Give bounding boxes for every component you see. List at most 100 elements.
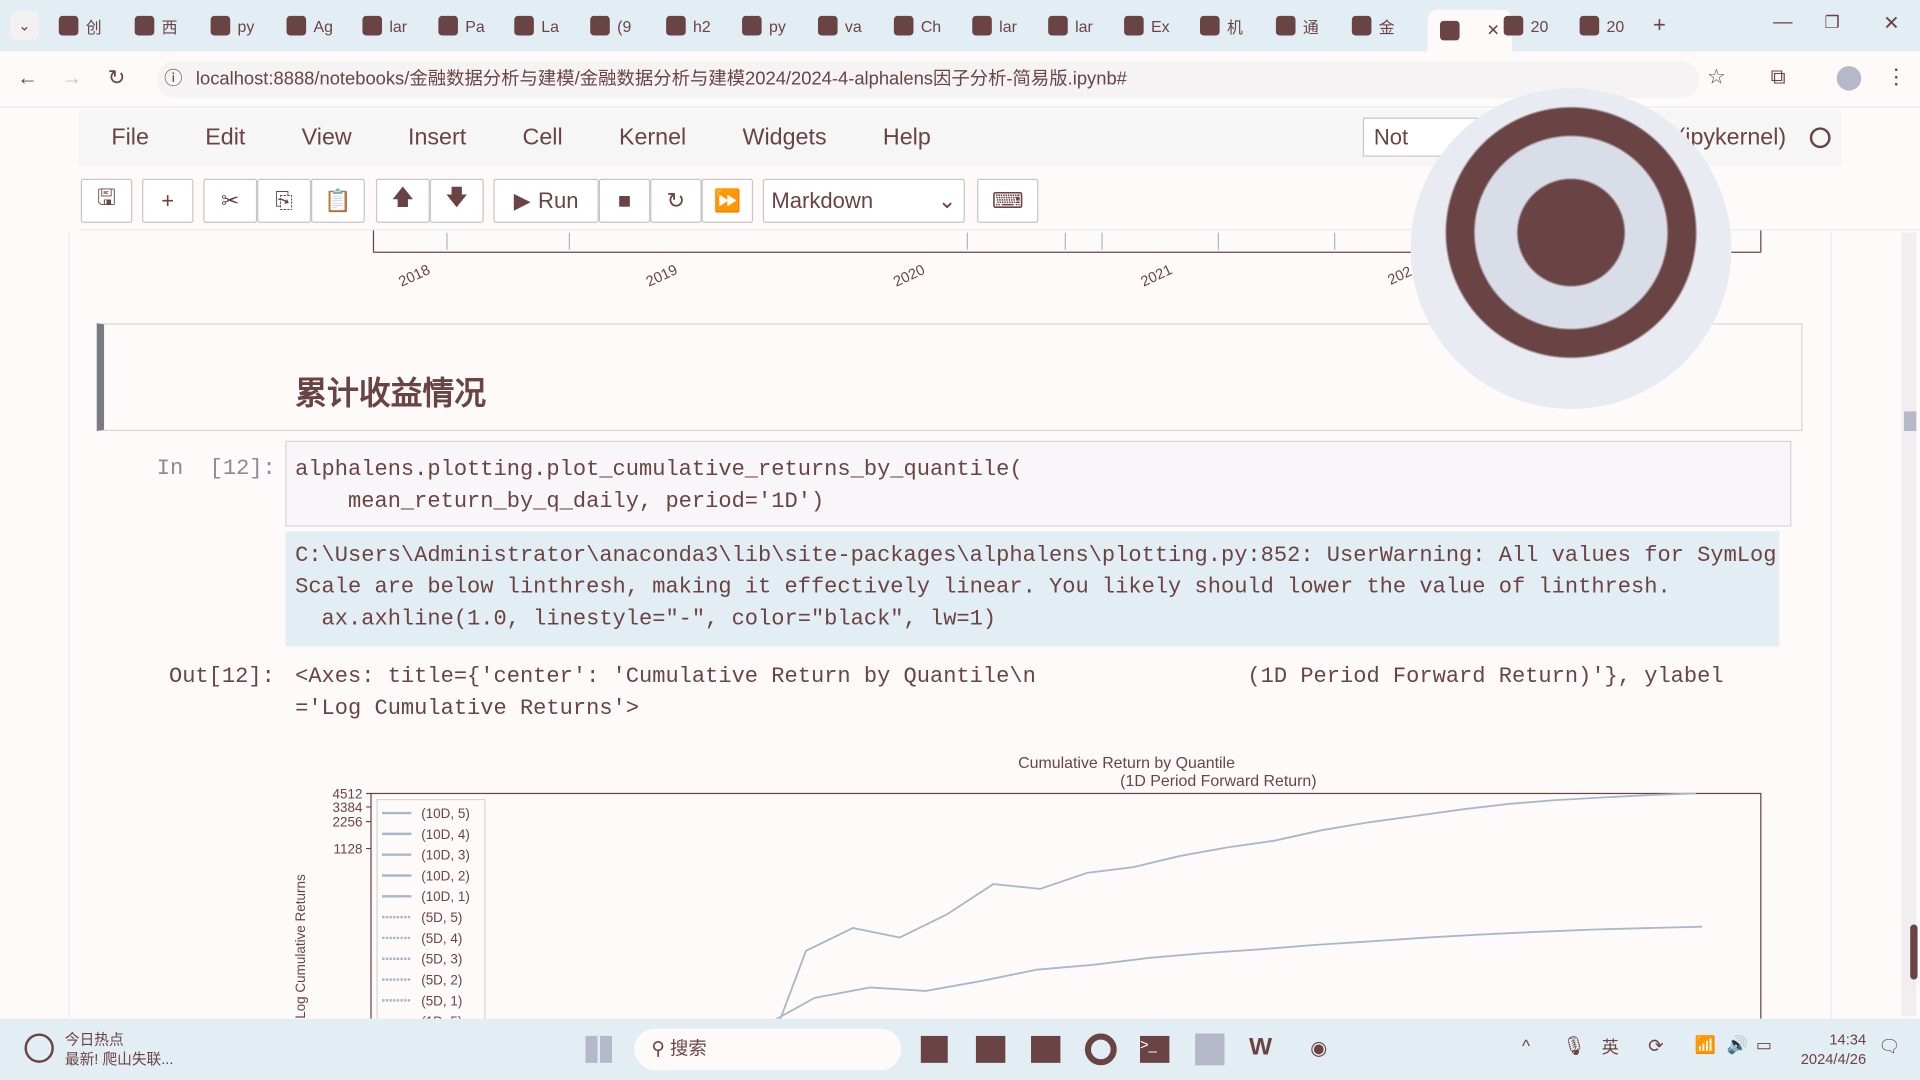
warning-text: C:\Users\Administrator\anaconda3\lib\sit…: [295, 543, 1777, 632]
browser-tab[interactable]: lar: [362, 10, 407, 42]
tab-label: py: [768, 16, 786, 35]
close-tab-icon[interactable]: ✕: [1487, 21, 1500, 41]
terminal-icon[interactable]: >_: [1140, 1035, 1170, 1063]
forward-icon[interactable]: →: [61, 66, 82, 90]
menu-insert[interactable]: Insert: [380, 125, 495, 152]
insert-cell-button[interactable]: +: [142, 178, 194, 223]
interrupt-button[interactable]: ■: [598, 178, 651, 223]
copy-button[interactable]: ⎘: [257, 178, 312, 223]
favicon-icon: [590, 15, 610, 36]
minimize-button[interactable]: —: [1773, 12, 1793, 34]
browser-tab[interactable]: ✕: [1427, 9, 1513, 52]
browser-tab[interactable]: 20: [1579, 10, 1624, 42]
restart-run-all-button[interactable]: ⏩: [701, 178, 754, 223]
recorder-icon[interactable]: ◉: [1310, 1036, 1327, 1060]
app-icon-2[interactable]: [1195, 1033, 1225, 1066]
browser-tab[interactable]: 创: [58, 10, 102, 42]
back-icon[interactable]: ←: [17, 66, 38, 90]
cut-button[interactable]: ✂: [203, 178, 258, 223]
ime-icon[interactable]: 英: [1602, 1035, 1619, 1059]
save-button[interactable]: 🖫: [80, 178, 133, 223]
windows-taskbar: 今日热点 最新! 爬山失联... ⚲ 搜索 >_ W ◉ ^ 🎙 英 ⟳ 📶 🔊 …: [0, 1018, 1920, 1080]
tab-label: 西: [161, 17, 178, 37]
browser-tab[interactable]: Ex: [1124, 10, 1170, 42]
menu-view[interactable]: View: [274, 125, 380, 152]
series-line: [779, 792, 1696, 1019]
news-widget[interactable]: 今日热点 最新! 爬山失联...: [65, 1030, 174, 1069]
microphone-icon[interactable]: 🎙: [1562, 1035, 1585, 1057]
browser-tab[interactable]: 金: [1351, 10, 1395, 42]
browser-tab[interactable]: Ch: [893, 10, 942, 42]
notification-icon[interactable]: 🗨: [1878, 1036, 1900, 1057]
menu-kernel[interactable]: Kernel: [591, 125, 715, 152]
tab-label: h2: [693, 16, 711, 35]
sync-icon[interactable]: ⟳: [1648, 1035, 1663, 1057]
tab-label: Ch: [920, 16, 942, 35]
chart-title: Cumulative Return by Quantile: [1018, 753, 1235, 772]
wifi-icon[interactable]: 📶: [1695, 1035, 1716, 1056]
news-widget-icon[interactable]: [24, 1033, 54, 1063]
extensions-icon[interactable]: ⧉: [1771, 65, 1786, 89]
menu-edit[interactable]: Edit: [177, 125, 273, 152]
browser-tab[interactable]: La: [514, 10, 559, 42]
output-scrollbar-thumb[interactable]: [1910, 924, 1918, 980]
command-palette-button[interactable]: ⌨: [977, 178, 1039, 223]
browser-tab[interactable]: va: [817, 10, 862, 42]
browser-tab[interactable]: 西: [134, 10, 178, 42]
favicon-icon: [134, 15, 155, 36]
reload-icon[interactable]: ↻: [108, 66, 125, 90]
cell-type-select[interactable]: Markdown ⌄: [762, 178, 965, 223]
task-view-icon[interactable]: [920, 1035, 948, 1063]
code-cell-editor[interactable]: alphalens.plotting.plot_cumulative_retur…: [285, 440, 1792, 527]
start-button[interactable]: [585, 1035, 613, 1063]
menu-widgets[interactable]: Widgets: [714, 125, 854, 152]
browser-tab[interactable]: (9: [590, 10, 631, 42]
browser-tab[interactable]: py: [210, 10, 254, 42]
move-up-button[interactable]: 🡅: [375, 178, 430, 223]
clock[interactable]: 14:34 2024/4/26: [1790, 1030, 1866, 1069]
close-window-button[interactable]: ✕: [1883, 11, 1899, 35]
profile-avatar[interactable]: [1836, 66, 1862, 91]
paste-button[interactable]: 📋: [311, 178, 365, 223]
move-down-button[interactable]: 🡇: [429, 178, 484, 223]
browser-tab[interactable]: py: [742, 10, 786, 42]
browser-tab[interactable]: lar: [972, 10, 1017, 42]
chrome-icon[interactable]: [1084, 1033, 1117, 1066]
scrollbar-thumb[interactable]: [1904, 411, 1917, 432]
file-explorer-icon[interactable]: [1031, 1035, 1061, 1063]
favicon-icon: [1124, 15, 1144, 36]
tab-label: lar: [1075, 16, 1093, 35]
browser-tab[interactable]: 通: [1275, 10, 1319, 42]
browser-tab[interactable]: 20: [1503, 10, 1548, 42]
restore-button[interactable]: ❐: [1824, 12, 1839, 33]
menu-help[interactable]: Help: [855, 125, 959, 152]
browser-tab[interactable]: Pa: [438, 10, 485, 42]
url-field[interactable]: ⓘ localhost:8888/notebooks/金融数据分析与建模/金融数据…: [156, 61, 1700, 98]
site-info-icon[interactable]: ⓘ: [164, 61, 182, 98]
app-icon-1[interactable]: [975, 1035, 1006, 1063]
run-button[interactable]: ▶ Run: [493, 178, 599, 223]
tray-expand-icon[interactable]: ^: [1522, 1036, 1530, 1056]
kernel-status-icon: [1809, 127, 1831, 149]
wps-icon[interactable]: W: [1249, 1033, 1272, 1061]
taskbar-search[interactable]: ⚲ 搜索: [634, 1028, 902, 1071]
tab-label: 通: [1302, 17, 1319, 37]
volume-icon[interactable]: 🔊: [1727, 1035, 1748, 1056]
browser-menu-icon[interactable]: ⋮: [1886, 65, 1907, 89]
plot-frame: [370, 792, 1762, 1019]
menu-file[interactable]: File: [83, 125, 177, 152]
restart-button[interactable]: ↻: [650, 178, 702, 223]
browser-tab-bar: ⌄ 创 西 py Ag lar Pa La (9 h2 py va Ch lar lar Ex 机 通 金 ✕ 20 2…: [0, 0, 1920, 52]
browser-tab[interactable]: 机: [1200, 10, 1243, 42]
bookmark-star-icon[interactable]: ☆: [1707, 65, 1726, 89]
favicon-icon: [972, 15, 992, 36]
browser-tab[interactable]: lar: [1048, 10, 1093, 42]
browser-tab[interactable]: h2: [666, 10, 711, 42]
tab-search-button[interactable]: ⌄: [9, 11, 40, 41]
battery-icon[interactable]: ▭: [1756, 1035, 1772, 1056]
menu-cell[interactable]: Cell: [494, 125, 590, 152]
browser-tab[interactable]: Ag: [286, 10, 333, 42]
vertical-scrollbar[interactable]: [1901, 232, 1917, 1017]
tab-label: va: [844, 16, 862, 35]
new-tab-button[interactable]: +: [1653, 12, 1666, 38]
